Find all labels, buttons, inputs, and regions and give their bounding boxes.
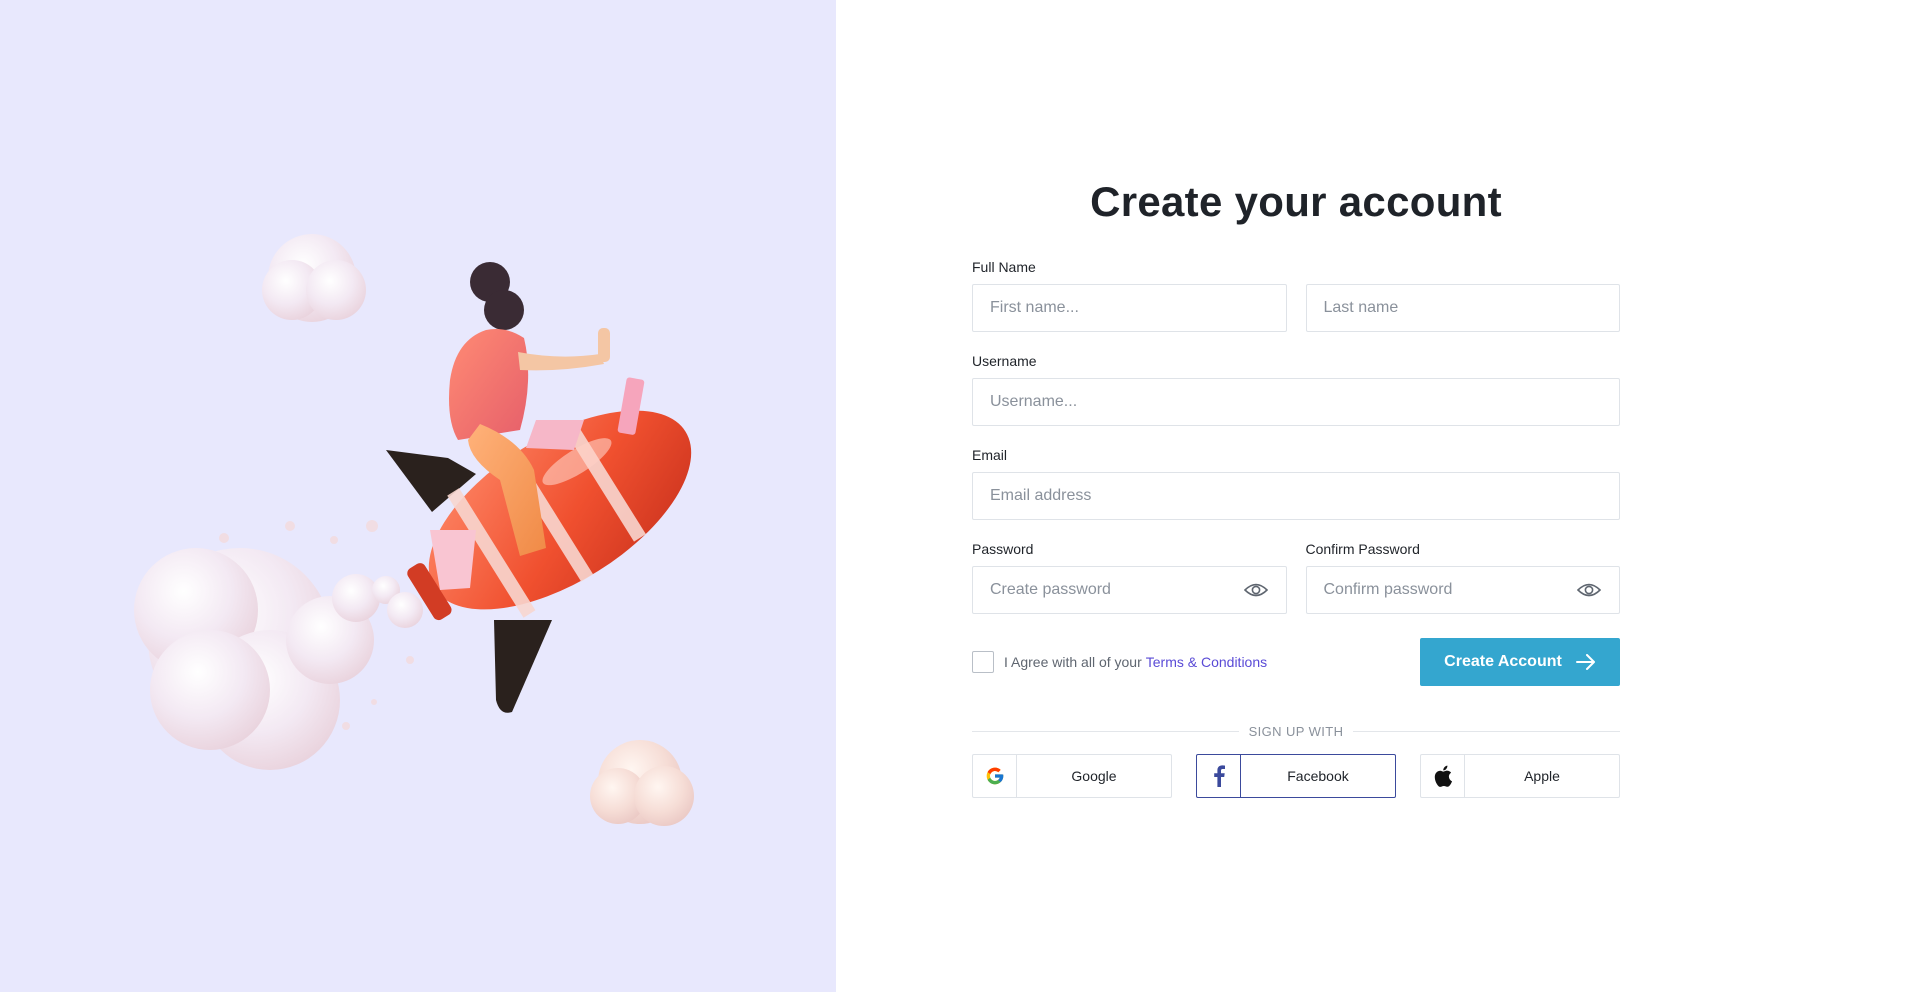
terms-link[interactable]: Terms & Conditions bbox=[1146, 654, 1267, 670]
last-name-input[interactable]: Last name bbox=[1305, 284, 1620, 332]
exhaust-cloud bbox=[134, 520, 423, 770]
cloud-top bbox=[262, 234, 366, 322]
last-name-placeholder: Last name bbox=[1323, 299, 1399, 316]
google-label: Google bbox=[1071, 768, 1117, 784]
facebook-icon bbox=[1197, 755, 1241, 797]
confirm-password-label: Confirm Password bbox=[1305, 541, 1420, 557]
illustration-panel bbox=[0, 0, 836, 992]
arrow-right-icon bbox=[1575, 654, 1595, 670]
first-name-input[interactable]: First name... bbox=[972, 284, 1287, 332]
signup-page: Create your account Full Name First name… bbox=[0, 0, 1920, 992]
signup-with-divider: SIGN UP WITH bbox=[972, 722, 1620, 740]
terms-agreement: I Agree with all of your Terms & Conditi… bbox=[972, 651, 1267, 673]
apple-icon bbox=[1421, 755, 1465, 797]
email-group: Email Email address bbox=[972, 446, 1620, 520]
show-confirm-password-eye-icon[interactable] bbox=[1576, 580, 1602, 600]
divider-line-right bbox=[1353, 730, 1620, 732]
rocket-body bbox=[407, 410, 692, 621]
signup-form: Create your account Full Name First name… bbox=[972, 176, 1620, 798]
username-input[interactable]: Username... bbox=[972, 378, 1620, 426]
create-account-button[interactable]: Create Account bbox=[1420, 638, 1620, 686]
apple-signup-button[interactable]: Apple bbox=[1420, 754, 1620, 798]
action-row: I Agree with all of your Terms & Conditi… bbox=[972, 638, 1620, 686]
username-group: Username Username... bbox=[972, 352, 1620, 426]
username-placeholder: Username... bbox=[990, 393, 1078, 410]
email-label: Email bbox=[972, 447, 1008, 463]
rocket-fin-bottom bbox=[494, 620, 552, 713]
signup-with-text: SIGN UP WITH bbox=[1248, 723, 1344, 739]
full-name-group: Full Name First name... Last name bbox=[972, 258, 1620, 332]
rocket-girl-illustration bbox=[134, 234, 694, 826]
first-name-placeholder: First name... bbox=[990, 299, 1079, 316]
password-input[interactable]: Create password bbox=[972, 566, 1287, 614]
facebook-label: Facebook bbox=[1287, 768, 1349, 784]
google-icon bbox=[973, 755, 1017, 797]
password-placeholder: Create password bbox=[990, 581, 1111, 598]
cloud-bottom bbox=[590, 740, 694, 826]
terms-checkbox[interactable] bbox=[972, 651, 994, 673]
facebook-signup-button[interactable]: Facebook bbox=[1196, 754, 1396, 798]
confirm-password-input[interactable]: Confirm password bbox=[1305, 566, 1620, 614]
full-name-label: Full Name bbox=[972, 259, 1036, 275]
password-label: Password bbox=[972, 541, 1034, 557]
email-placeholder: Email address bbox=[990, 487, 1092, 504]
username-label: Username bbox=[972, 353, 1037, 369]
page-title: Create your account bbox=[1090, 178, 1502, 225]
show-password-eye-icon[interactable] bbox=[1243, 580, 1269, 600]
email-input[interactable]: Email address bbox=[972, 472, 1620, 520]
social-buttons: Google Facebook Apple bbox=[972, 754, 1620, 798]
form-panel: Create your account Full Name First name… bbox=[836, 0, 1920, 992]
create-account-label: Create Account bbox=[1444, 653, 1562, 670]
apple-label: Apple bbox=[1524, 768, 1560, 784]
divider-line-left bbox=[972, 730, 1239, 732]
agree-text: I Agree with all of your bbox=[1004, 654, 1142, 670]
google-signup-button[interactable]: Google bbox=[972, 754, 1172, 798]
confirm-password-placeholder: Confirm password bbox=[1323, 581, 1453, 598]
password-row: Password Create password Confirm Passwor… bbox=[972, 540, 1620, 614]
